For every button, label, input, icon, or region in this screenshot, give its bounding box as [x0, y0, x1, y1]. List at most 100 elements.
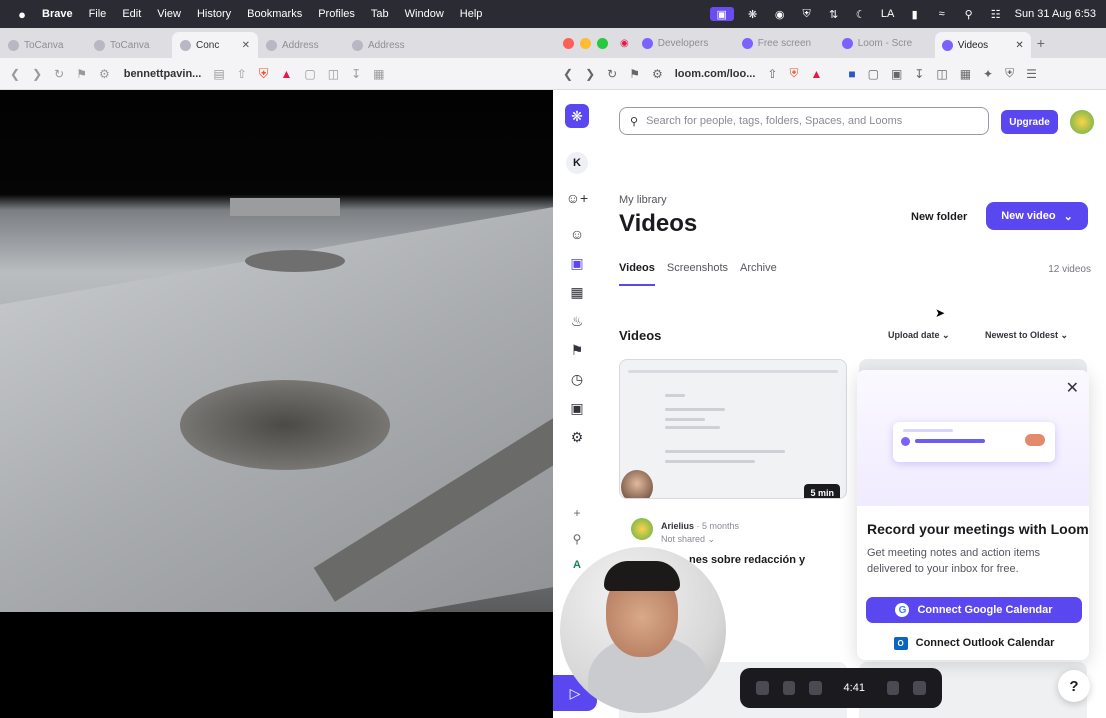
- reload-icon[interactable]: ↻: [607, 67, 617, 81]
- battery-icon[interactable]: ▮: [907, 7, 923, 21]
- chevron-down-icon[interactable]: ⌄: [1064, 210, 1073, 223]
- zoom-window-button[interactable]: [597, 37, 608, 49]
- share-icon[interactable]: ⇧: [767, 67, 777, 81]
- bookmark-icon[interactable]: ⚑: [76, 67, 87, 81]
- share-status-dropdown[interactable]: Not shared ⌄: [661, 534, 715, 545]
- vpn-icon[interactable]: ⛨: [799, 7, 815, 21]
- upgrade-button[interactable]: Upgrade: [1001, 110, 1058, 134]
- spotlight-search-icon[interactable]: ⚲: [961, 7, 977, 21]
- reader-icon[interactable]: ▤: [213, 67, 224, 81]
- close-icon[interactable]: ✕: [1066, 378, 1079, 398]
- left-tab[interactable]: ToCanva: [0, 32, 86, 58]
- brave-rewards-icon[interactable]: ▲: [281, 67, 293, 81]
- menu-window[interactable]: Window: [405, 8, 444, 20]
- breadcrumb[interactable]: My library: [619, 194, 667, 206]
- video-title[interactable]: nes sobre redacción y: [689, 554, 805, 566]
- menu-bookmarks[interactable]: Bookmarks: [247, 8, 302, 20]
- new-video-button[interactable]: New video ⌄: [986, 202, 1088, 230]
- workspace-avatar[interactable]: K: [566, 152, 588, 174]
- search-input[interactable]: ⚲ Search for people, tags, folders, Spac…: [619, 107, 989, 135]
- sidebar-icon[interactable]: ◫: [936, 67, 947, 81]
- download-icon[interactable]: ↧: [351, 67, 361, 81]
- tab-screenshots[interactable]: Screenshots: [667, 262, 728, 286]
- share-icon[interactable]: ⇧: [237, 67, 247, 81]
- right-tab[interactable]: Developers: [635, 28, 735, 58]
- screen-record-icon[interactable]: ▣: [709, 7, 734, 21]
- tab-videos[interactable]: Videos: [619, 262, 655, 286]
- new-tab-icon[interactable]: +: [1037, 35, 1045, 51]
- new-folder-button[interactable]: New folder: [903, 204, 975, 230]
- close-tab-icon[interactable]: ✕: [1015, 40, 1023, 51]
- brightness-icon[interactable]: ❋: [745, 7, 761, 21]
- close-tab-icon[interactable]: ✕: [242, 40, 250, 51]
- gift-icon[interactable]: ▣: [565, 396, 589, 420]
- add-space-icon[interactable]: +: [567, 502, 587, 524]
- menu-view[interactable]: View: [157, 8, 181, 20]
- notifications-bell-icon[interactable]: ♨: [565, 309, 589, 333]
- bookmark-icon[interactable]: ⚑: [565, 338, 589, 362]
- profile-icon[interactable]: ☺: [565, 222, 589, 246]
- forward-icon[interactable]: ❯: [32, 67, 42, 81]
- history-clock-icon[interactable]: ◷: [565, 367, 589, 391]
- apple-menu-icon[interactable]: ●: [14, 7, 30, 22]
- keyboard-layout-icon[interactable]: LA: [880, 7, 896, 21]
- wifi-icon[interactable]: ≈: [934, 7, 950, 21]
- extension-icon[interactable]: ▢: [304, 67, 315, 81]
- menu-tab[interactable]: Tab: [371, 8, 389, 20]
- menu-icon[interactable]: ☰: [1026, 67, 1037, 81]
- leo-icon[interactable]: ✦: [983, 67, 993, 81]
- calendar-icon[interactable]: ▦: [565, 280, 589, 304]
- tab-archive[interactable]: Archive: [740, 262, 777, 286]
- left-tab[interactable]: Address: [344, 32, 430, 58]
- forward-icon[interactable]: ❯: [585, 67, 595, 81]
- vpn-icon[interactable]: ⛨: [1005, 66, 1014, 81]
- site-settings-icon[interactable]: ⚙: [99, 67, 110, 81]
- media-icon[interactable]: ◉: [772, 7, 788, 21]
- connect-outlook-calendar-button[interactable]: O Connect Outlook Calendar: [866, 632, 1082, 654]
- stop-recording-icon[interactable]: [756, 681, 769, 695]
- left-tab-active[interactable]: Conc ✕: [172, 32, 258, 58]
- close-window-button[interactable]: [563, 37, 574, 49]
- add-person-icon[interactable]: ☺+: [565, 186, 589, 210]
- menu-brave[interactable]: Brave: [42, 8, 73, 20]
- sort-field-dropdown[interactable]: Upload date ⌄: [888, 330, 950, 341]
- minimize-window-button[interactable]: [580, 37, 591, 49]
- left-tab[interactable]: ToCanva: [86, 32, 172, 58]
- search-spaces-icon[interactable]: ⚲: [567, 528, 587, 550]
- camera-bubble[interactable]: [560, 547, 726, 713]
- wallet-icon[interactable]: ▦: [373, 67, 384, 81]
- help-button[interactable]: ?: [1058, 670, 1090, 702]
- right-tab[interactable]: Loom - Scre: [835, 28, 935, 58]
- draw-tool-icon[interactable]: [886, 681, 900, 695]
- back-icon[interactable]: ❮: [10, 67, 20, 81]
- menu-profiles[interactable]: Profiles: [318, 8, 355, 20]
- connect-google-calendar-button[interactable]: G Connect Google Calendar: [866, 597, 1082, 623]
- menu-help[interactable]: Help: [460, 8, 483, 20]
- wallet-icon[interactable]: ▦: [960, 67, 971, 81]
- bookmark-icon[interactable]: ⚑: [629, 67, 640, 81]
- sort-order-dropdown[interactable]: Newest to Oldest ⌄: [985, 330, 1068, 341]
- menubar-clock[interactable]: Sun 31 Aug 6:53: [1015, 8, 1096, 20]
- reload-icon[interactable]: ↻: [54, 67, 64, 81]
- restart-recording-icon[interactable]: [809, 681, 822, 695]
- transfer-icon[interactable]: ⇅: [826, 7, 842, 21]
- pause-recording-icon[interactable]: [782, 681, 796, 695]
- menu-history[interactable]: History: [197, 8, 231, 20]
- focus-moon-icon[interactable]: ☾: [853, 7, 869, 21]
- brave-rewards-icon[interactable]: ▲: [810, 67, 822, 81]
- menu-file[interactable]: File: [89, 8, 107, 20]
- library-icon[interactable]: ▣: [565, 251, 589, 275]
- menu-edit[interactable]: Edit: [122, 8, 141, 20]
- settings-gear-icon[interactable]: ⚙: [565, 425, 589, 449]
- download-icon[interactable]: ↧: [914, 67, 924, 81]
- site-settings-icon[interactable]: ⚙: [652, 67, 663, 81]
- right-tab-active[interactable]: Videos ✕: [934, 32, 1031, 58]
- sidebar-icon[interactable]: ◫: [328, 67, 339, 81]
- right-url-field[interactable]: loom.com/loo...: [675, 68, 756, 80]
- loom-logo-icon[interactable]: ❋: [565, 104, 589, 128]
- user-avatar[interactable]: [1070, 110, 1094, 134]
- left-tab[interactable]: Address: [258, 32, 344, 58]
- brave-shields-icon[interactable]: ⛨: [259, 66, 269, 82]
- brave-shields-icon[interactable]: ⛨: [789, 66, 798, 81]
- left-url-field[interactable]: bennettpavin...: [124, 68, 202, 80]
